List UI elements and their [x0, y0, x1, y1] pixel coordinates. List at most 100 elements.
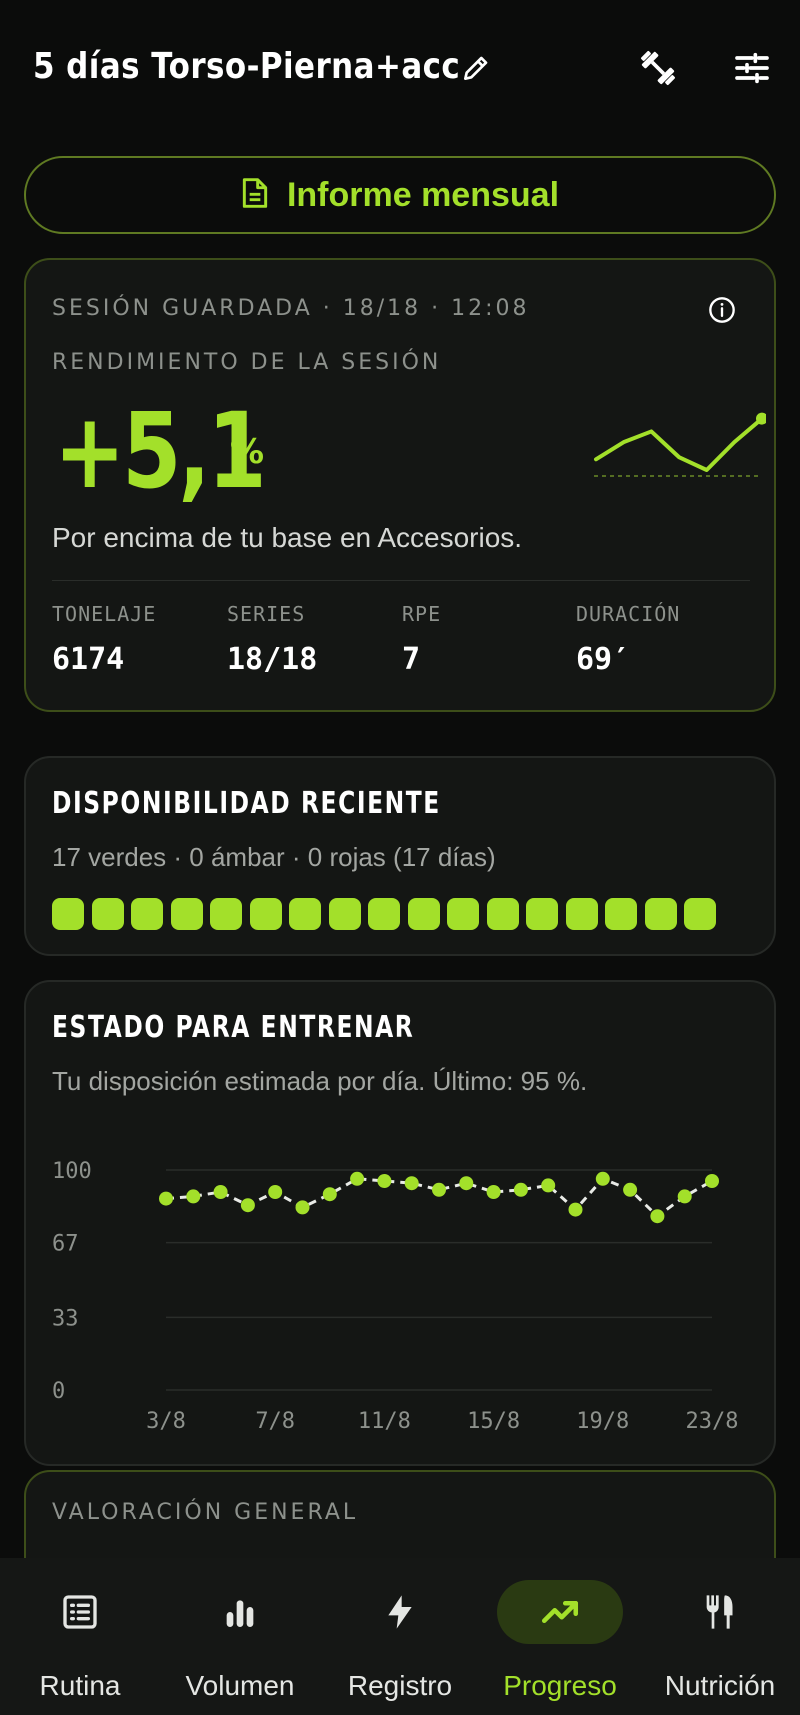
monthly-report-label: Informe mensual	[286, 175, 560, 214]
readiness-point	[213, 1185, 228, 1199]
tab-label: Registro	[347, 1670, 453, 1701]
stat-label: SERIES	[227, 602, 306, 626]
y-tick-label: 100	[52, 1159, 92, 1184]
y-tick-label: 33	[52, 1306, 79, 1331]
x-tick-label: 3/8	[146, 1409, 186, 1434]
readiness-point	[159, 1191, 173, 1206]
performance-sparkline	[594, 412, 766, 477]
sliders-icon[interactable]	[724, 40, 780, 96]
readiness-point	[486, 1185, 501, 1199]
x-tick-label: 7/8	[255, 1409, 295, 1434]
recent-availability-card[interactable]: DISPONIBILIDAD RECIENTE 17 verdes · 0 ám…	[24, 756, 776, 956]
overall-rating-kicker: VALORACIÓN GENERAL	[52, 1500, 359, 1525]
pencil-icon[interactable]	[448, 40, 504, 96]
tab-progreso[interactable]: Progreso	[480, 1558, 640, 1715]
day-status-square	[565, 898, 598, 930]
day-status-square	[249, 898, 282, 930]
day-status-square	[447, 898, 479, 930]
list-icon	[50, 1584, 110, 1640]
bolt-icon	[370, 1584, 430, 1640]
tab-label: Volumen	[185, 1670, 295, 1701]
routine-title: 5 días Torso-Pierna+acc	[33, 46, 461, 87]
readiness-chart: 0 33 67 100 3/8 7/8 11/8 15/8 19/8 23/8	[52, 1159, 739, 1434]
readiness-point	[650, 1209, 665, 1224]
day-status-square	[328, 898, 361, 930]
tab-rutina[interactable]: Rutina	[0, 1558, 160, 1715]
tab-volumen[interactable]: Volumen	[160, 1558, 320, 1715]
stat-value: 6174	[52, 642, 125, 677]
readiness-point	[432, 1182, 446, 1197]
day-status-square	[91, 898, 124, 930]
tab-label: Rutina	[39, 1670, 121, 1701]
session-performance-card[interactable]: SESIÓN GUARDADA · 18/18 · 12:08 RENDIMIE…	[24, 258, 776, 712]
document-icon	[241, 177, 269, 214]
day-status-square	[368, 898, 400, 930]
bottom-tab-bar: Rutina Volumen Registro Progreso Nutrici…	[0, 1558, 800, 1715]
x-tick-label: 15/8	[467, 1409, 520, 1434]
availability-days	[52, 898, 716, 930]
readiness-point	[705, 1174, 719, 1188]
info-icon[interactable]	[708, 296, 736, 329]
readiness-point	[595, 1171, 610, 1186]
tab-label: Progreso	[503, 1670, 617, 1701]
stat-value: 7	[402, 642, 421, 677]
x-tick-label: 11/8	[358, 1409, 411, 1434]
readiness-card[interactable]: ESTADO PARA ENTRENAR Tu disposición esti…	[24, 980, 776, 1466]
readiness-point	[541, 1178, 556, 1193]
tab-nutricion[interactable]: Nutrición	[640, 1558, 800, 1715]
availability-summary: 17 verdes · 0 ámbar · 0 rojas (17 días)	[52, 842, 496, 872]
stat-label: RPE	[402, 602, 442, 626]
monthly-report-button[interactable]: Informe mensual	[24, 156, 776, 234]
performance-description: Por encima de tu base en Accesorios.	[52, 522, 523, 553]
day-status-square	[526, 898, 558, 930]
stat-duration: DURACIÓN 69′	[576, 602, 680, 677]
readiness-point	[186, 1189, 201, 1204]
trend-up-icon	[530, 1584, 590, 1640]
readiness-point	[623, 1182, 638, 1197]
day-status-square	[407, 898, 440, 930]
card-divider	[52, 580, 750, 581]
readiness-point	[322, 1187, 337, 1202]
utensils-icon	[690, 1584, 750, 1640]
day-status-square	[52, 898, 84, 930]
readiness-point	[350, 1171, 365, 1186]
readiness-point	[677, 1189, 692, 1204]
bar-chart-icon	[210, 1584, 270, 1640]
availability-title: DISPONIBILIDAD RECIENTE	[52, 786, 441, 821]
readiness-point	[295, 1200, 310, 1215]
x-tick-label: 23/8	[686, 1409, 739, 1434]
stat-rpe: RPE 7	[402, 602, 441, 677]
readiness-point	[459, 1176, 474, 1191]
sparkline-line	[594, 416, 764, 472]
stat-value: 18/18	[227, 642, 318, 677]
stat-value: 69′	[576, 642, 631, 677]
day-status-square	[605, 898, 637, 930]
readiness-point	[568, 1202, 583, 1217]
session-saved-kicker: SESIÓN GUARDADA · 18/18 · 12:08	[52, 296, 530, 321]
performance-unit: %	[230, 432, 265, 472]
top-app-bar: 5 días Torso-Pierna+acc	[0, 0, 800, 140]
y-tick-label: 0	[52, 1379, 65, 1404]
readiness-point	[268, 1185, 283, 1199]
stat-label: DURACIÓN	[576, 602, 681, 626]
day-status-square	[684, 898, 716, 930]
readiness-point	[377, 1174, 392, 1188]
dumbbell-icon[interactable]	[630, 40, 686, 96]
day-status-square	[289, 898, 321, 930]
stat-series: SERIES 18/18	[227, 602, 317, 677]
day-status-square	[644, 898, 677, 930]
stat-tonnage: TONELAJE 6174	[52, 602, 156, 677]
day-status-square	[210, 898, 242, 930]
session-performance-label: RENDIMIENTO DE LA SESIÓN	[52, 350, 442, 375]
stat-label: TONELAJE	[52, 602, 157, 626]
day-status-square	[486, 898, 519, 930]
x-tick-label: 19/8	[576, 1409, 629, 1434]
readiness-point	[513, 1182, 528, 1197]
day-status-square	[131, 898, 163, 930]
tab-registro[interactable]: Registro	[320, 1558, 480, 1715]
readiness-point	[404, 1176, 419, 1191]
y-tick-label: 67	[52, 1232, 79, 1257]
readiness-point	[240, 1198, 255, 1213]
day-status-square	[170, 898, 203, 930]
tab-label: Nutrición	[664, 1670, 776, 1701]
